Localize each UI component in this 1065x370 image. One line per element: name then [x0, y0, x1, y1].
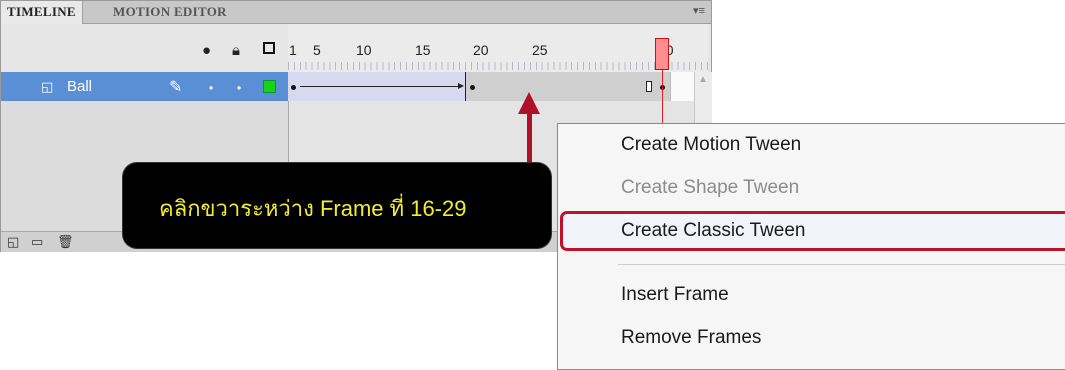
outline-toggle-icon[interactable] — [263, 42, 275, 54]
pencil-icon: ✎ — [169, 79, 183, 96]
tween-arrow — [300, 83, 464, 89]
scroll-up-icon[interactable]: ▲ — [698, 74, 708, 85]
panel-menu-icon[interactable]: ▾≡ — [693, 4, 705, 17]
layer-row-ball[interactable]: ◱ Ball ✎ • • — [1, 72, 288, 101]
lock-dot-icon[interactable]: • — [237, 81, 241, 95]
eye-icon[interactable]: ● — [202, 43, 211, 58]
frame-ruler[interactable]: 1 5 10 15 20 25 30 — [288, 24, 708, 72]
tab-timeline[interactable]: TIMELINE — [1, 1, 83, 24]
layer-color-swatch[interactable] — [263, 80, 276, 93]
ruler-frame-label: 10 — [356, 42, 372, 58]
ruler-frame-label: 15 — [415, 42, 431, 58]
playhead[interactable] — [655, 38, 669, 70]
menu-item-insert-frame[interactable]: Insert Frame — [621, 284, 729, 306]
context-menu: Create Motion Tween Create Shape Tween C… — [557, 123, 1065, 370]
layer-name: Ball — [67, 78, 93, 95]
frames-empty — [670, 72, 695, 101]
instruction-callout: คลิกขวาระหว่าง Frame ที่ 16-29 — [123, 163, 551, 248]
menu-item-create-motion-tween[interactable]: Create Motion Tween — [621, 134, 801, 156]
callout-text: คลิกขวาระหว่าง Frame ที่ 16-29 — [159, 196, 467, 221]
ruler-frame-label: 1 — [289, 42, 297, 58]
ruler-frame-label: 25 — [532, 42, 548, 58]
tween-span[interactable] — [288, 72, 466, 101]
frames-row-ball[interactable] — [288, 72, 670, 102]
new-folder-icon[interactable]: ▭ — [31, 234, 43, 250]
pointer-arrow-head — [518, 92, 540, 114]
ruler-frame-label: 5 — [313, 42, 321, 58]
menu-item-remove-frames[interactable]: Remove Frames — [621, 327, 761, 349]
ruler-frame-label: 20 — [473, 42, 489, 58]
ruler-ticks — [288, 62, 708, 70]
menu-item-create-shape-tween[interactable]: Create Shape Tween — [621, 177, 799, 199]
keyframe[interactable] — [470, 85, 475, 90]
pointer-arrow-shaft — [527, 112, 532, 164]
new-layer-icon[interactable]: ◱ — [7, 234, 19, 250]
visibility-dot-icon[interactable]: • — [209, 81, 213, 95]
keyframe[interactable] — [291, 85, 296, 90]
lock-icon[interactable]: 🔒︎ — [232, 43, 240, 58]
trash-icon[interactable]: 🗑︎ — [57, 234, 74, 250]
menu-item-create-classic-tween[interactable]: Create Classic Tween — [621, 220, 805, 242]
layer-icon: ◱ — [41, 79, 54, 94]
menu-separator — [618, 264, 1065, 265]
tab-motion-editor[interactable]: MOTION EDITOR — [107, 1, 233, 23]
end-frame[interactable] — [646, 81, 652, 92]
panel-tabbar: TIMELINE MOTION EDITOR ▾≡ — [1, 1, 711, 24]
